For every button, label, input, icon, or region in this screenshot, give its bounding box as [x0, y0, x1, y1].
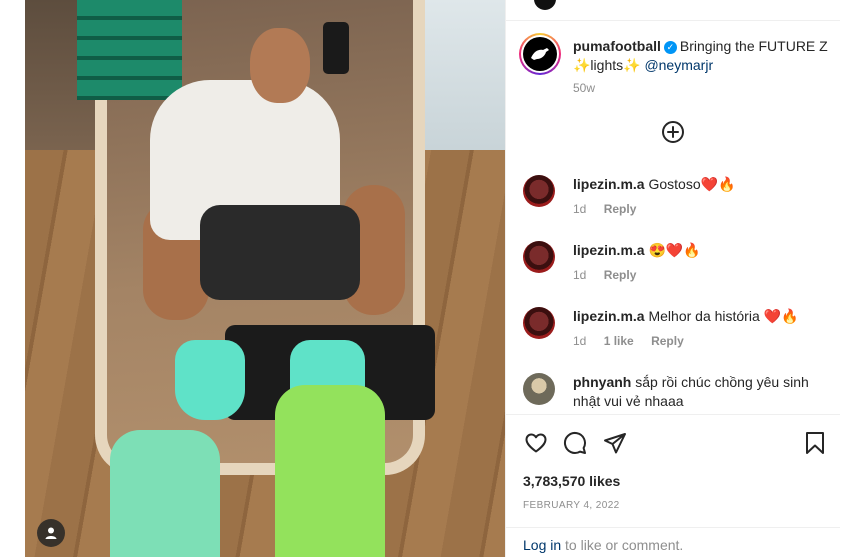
paper-plane-icon: [604, 433, 626, 454]
photo-phone: [323, 22, 349, 74]
login-link[interactable]: Log in: [523, 537, 561, 553]
verified-badge-icon: ✓: [663, 41, 677, 54]
comment-meta: 1d Reply: [573, 202, 636, 216]
header-divider: [506, 20, 841, 21]
post-date: FEBRUARY 4, 2022: [523, 500, 620, 511]
header-avatar[interactable]: [534, 0, 556, 10]
photo-boot-foreground: [110, 430, 220, 557]
comment-text: 😍❤️🔥: [648, 242, 701, 258]
login-prompt: Log in to like or comment.: [523, 537, 683, 553]
comment-username[interactable]: lipezin.m.a: [573, 242, 645, 258]
share-button[interactable]: [602, 430, 628, 456]
bookmark-icon: [806, 432, 824, 454]
photo-shorts: [200, 205, 360, 300]
comment-body: phnyanh sắp rồi chúc chồng yêu sinh nhật…: [573, 373, 818, 411]
caption: pumafootball ✓ Bringing the FUTURE Z ✨ligh…: [573, 37, 828, 75]
comment-age[interactable]: 1d: [573, 268, 586, 282]
comment-body: lipezin.m.a Gostoso❤️🔥: [573, 175, 828, 194]
comment-button[interactable]: [562, 430, 588, 456]
footer-divider: [506, 527, 841, 528]
caption-age[interactable]: 50w: [573, 81, 595, 95]
like-count[interactable]: 3,783,570 likes: [523, 473, 620, 489]
comment-meta: 1d 1 like Reply: [573, 334, 684, 348]
comment-username[interactable]: lipezin.m.a: [573, 176, 645, 192]
plus-circle-icon: [662, 121, 684, 143]
post-photo[interactable]: [25, 0, 505, 557]
puma-logo-icon: [523, 37, 557, 71]
photo-boot-foreground: [275, 385, 385, 557]
load-more-comments-button[interactable]: [661, 120, 685, 144]
comment-avatar[interactable]: [523, 373, 555, 405]
comment-text: Melhor da história ❤️🔥: [648, 308, 799, 324]
comment-bubble-icon: [563, 431, 586, 454]
comment-username[interactable]: phnyanh: [573, 374, 631, 390]
comment-age[interactable]: 1d: [573, 334, 586, 348]
comment-likes[interactable]: 1 like: [604, 334, 634, 348]
comment-text: Gostoso❤️🔥: [648, 176, 736, 192]
comment-meta: 1d Reply: [573, 268, 636, 282]
user-tag-icon: [45, 527, 57, 539]
comment-avatar[interactable]: [523, 241, 555, 273]
like-button[interactable]: [523, 430, 549, 456]
login-prompt-text: to like or comment.: [565, 537, 684, 553]
photo-boot: [175, 340, 245, 420]
user-tag-button[interactable]: [37, 519, 65, 547]
comment-avatar[interactable]: [523, 307, 555, 339]
author-avatar[interactable]: [519, 33, 561, 75]
heart-icon: [525, 433, 547, 453]
comment-body: lipezin.m.a Melhor da história ❤️🔥: [573, 307, 828, 326]
post-side-panel: pumafootball ✓ Bringing the FUTURE Z ✨ligh…: [505, 0, 841, 557]
caption-mention[interactable]: @neymarjr: [644, 57, 713, 73]
comment-reply-button[interactable]: Reply: [651, 334, 684, 348]
save-button[interactable]: [802, 430, 828, 456]
photo-shoe-boxes: [77, 0, 182, 100]
left-gutter: [0, 0, 25, 557]
comment-age[interactable]: 1d: [573, 202, 586, 216]
comment-username[interactable]: lipezin.m.a: [573, 308, 645, 324]
actions-divider: [506, 414, 841, 415]
comment-body: lipezin.m.a 😍❤️🔥: [573, 241, 828, 260]
comment-reply-button[interactable]: Reply: [604, 202, 637, 216]
comment-reply-button[interactable]: Reply: [604, 268, 637, 282]
comment-avatar[interactable]: [523, 175, 555, 207]
photo-head: [250, 28, 310, 103]
caption-username[interactable]: pumafootball: [573, 38, 661, 54]
